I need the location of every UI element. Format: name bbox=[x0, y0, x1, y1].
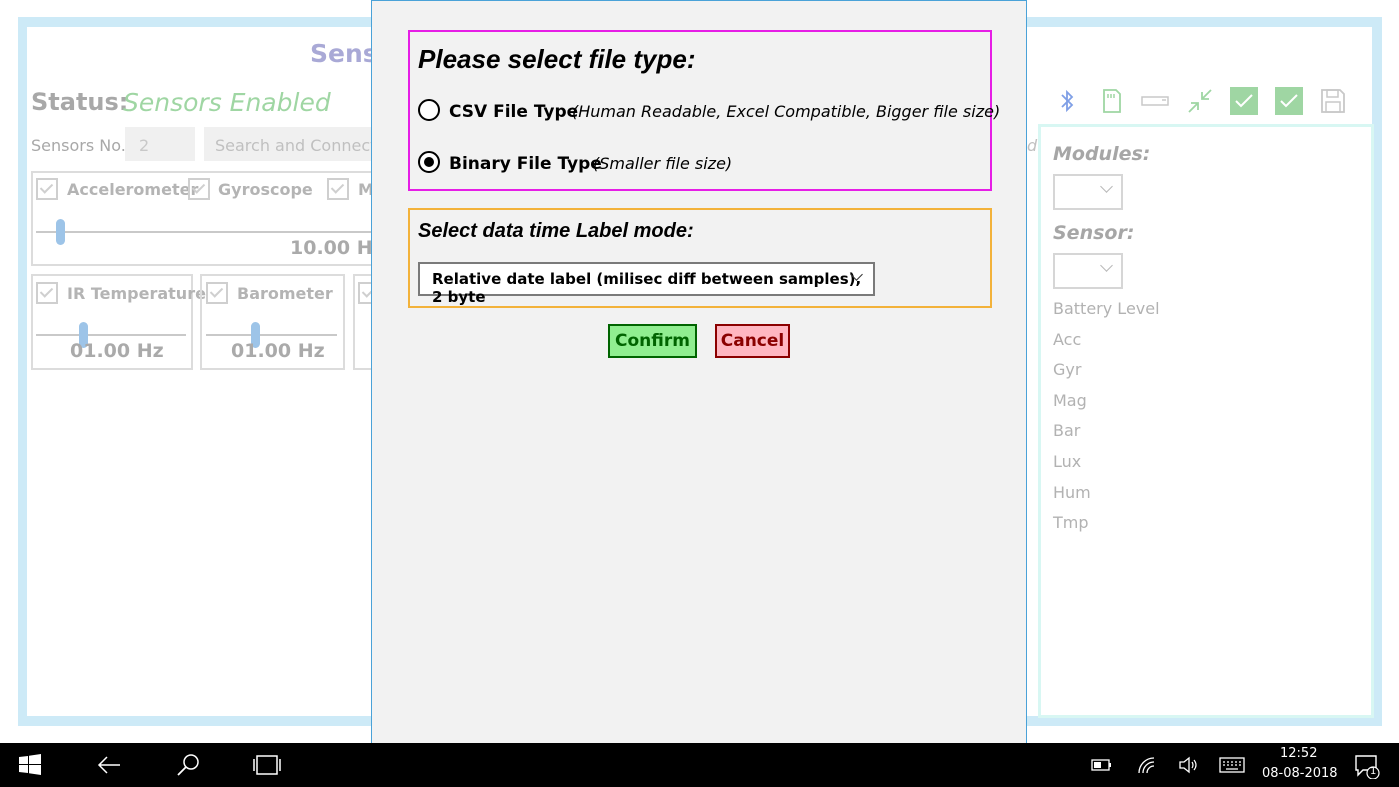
group1-slider-thumb[interactable] bbox=[56, 219, 65, 245]
side-item-tmp[interactable]: Tmp bbox=[1053, 513, 1089, 532]
side-item-mag[interactable]: Mag bbox=[1053, 391, 1087, 410]
time-label-dropdown[interactable]: Relative date label (milisec diff betwee… bbox=[418, 262, 875, 306]
sensors-no-label: Sensors No. bbox=[31, 136, 126, 155]
sensors-no-value: 2 bbox=[139, 136, 150, 155]
sensor-dropdown[interactable] bbox=[1053, 253, 1123, 289]
keyboard-icon[interactable] bbox=[1219, 756, 1245, 774]
baro-slider-track bbox=[206, 334, 337, 336]
side-item-bar[interactable]: Bar bbox=[1053, 421, 1080, 440]
search-connect-placeholder: Search and Connect bbox=[215, 136, 377, 155]
gyroscope-checkbox[interactable] bbox=[188, 178, 210, 200]
baro-frequency: 01.00 Hz bbox=[231, 340, 325, 362]
csv-description: (Human Readable, Excel Compatible, Bigge… bbox=[572, 102, 1001, 121]
sensor-label: Sensor: bbox=[1053, 222, 1135, 244]
side-item-hum[interactable]: Hum bbox=[1053, 483, 1091, 502]
confirm-button[interactable]: Confirm bbox=[608, 324, 697, 358]
check-icon[interactable] bbox=[1274, 86, 1304, 116]
side-item-gyr[interactable]: Gyr bbox=[1053, 360, 1081, 379]
chevron-down-icon bbox=[1100, 180, 1113, 193]
chevron-down-icon bbox=[1100, 259, 1113, 272]
time-label-value: Relative date label (milisec diff betwee… bbox=[432, 270, 862, 306]
side-item-acc[interactable]: Acc bbox=[1053, 330, 1081, 349]
binary-radio[interactable] bbox=[418, 151, 440, 173]
volume-icon[interactable] bbox=[1178, 755, 1200, 775]
battery-icon[interactable] bbox=[1091, 757, 1113, 773]
page-title: Sens bbox=[310, 39, 378, 68]
side-item-lux[interactable]: Lux bbox=[1053, 452, 1081, 471]
time-label-title: Select data time Label mode: bbox=[418, 220, 694, 242]
bar-icon[interactable] bbox=[1140, 86, 1170, 116]
modules-label: Modules: bbox=[1053, 143, 1151, 165]
search-icon[interactable] bbox=[175, 752, 201, 778]
collapse-icon[interactable] bbox=[1185, 86, 1215, 116]
magnetometer-checkbox[interactable] bbox=[327, 178, 349, 200]
barometer-checkbox[interactable] bbox=[206, 282, 228, 304]
side-item-battery[interactable]: Battery Level bbox=[1053, 299, 1160, 318]
barometer-label: Barometer bbox=[237, 284, 333, 303]
task-view-icon[interactable] bbox=[252, 753, 282, 777]
side-panel bbox=[1038, 124, 1374, 718]
sd-card-icon[interactable] bbox=[1096, 86, 1126, 116]
cancel-button[interactable]: Cancel bbox=[715, 324, 790, 358]
network-icon[interactable] bbox=[1136, 755, 1158, 775]
ir-temperature-label: IR Temperature bbox=[67, 284, 206, 303]
check-icon[interactable] bbox=[1229, 86, 1259, 116]
accelerometer-checkbox[interactable] bbox=[36, 178, 58, 200]
csv-label[interactable]: CSV File Type bbox=[449, 102, 578, 122]
binary-description: (Smaller file size) bbox=[593, 154, 733, 173]
notification-count: 1 bbox=[1370, 766, 1377, 777]
status-label: Status: bbox=[31, 88, 129, 116]
status-value: Sensors Enabled bbox=[123, 88, 331, 117]
file-type-title: Please select file type: bbox=[418, 44, 696, 74]
ir-frequency: 01.00 Hz bbox=[70, 340, 164, 362]
bluetooth-icon[interactable] bbox=[1052, 86, 1082, 116]
clock-date[interactable]: 08-08-2018 bbox=[1262, 766, 1338, 781]
back-arrow-icon[interactable] bbox=[96, 753, 122, 777]
gyroscope-label: Gyroscope bbox=[218, 180, 313, 199]
accelerometer-label: Accelerometer bbox=[67, 180, 199, 199]
windows-start-icon[interactable] bbox=[18, 753, 42, 777]
modules-dropdown[interactable] bbox=[1053, 174, 1123, 210]
ir-temperature-checkbox[interactable] bbox=[36, 282, 58, 304]
group1-frequency: 10.00 Hz bbox=[290, 237, 384, 259]
csv-radio[interactable] bbox=[418, 99, 440, 121]
partial-label: d bbox=[1027, 136, 1038, 155]
group1-slider-track bbox=[36, 231, 372, 233]
sensors-no-field[interactable] bbox=[125, 127, 195, 161]
clock-time[interactable]: 12:52 bbox=[1280, 746, 1317, 761]
ir-slider-track bbox=[36, 334, 186, 336]
binary-label[interactable]: Binary File Type bbox=[449, 154, 602, 174]
save-icon[interactable] bbox=[1318, 86, 1348, 116]
